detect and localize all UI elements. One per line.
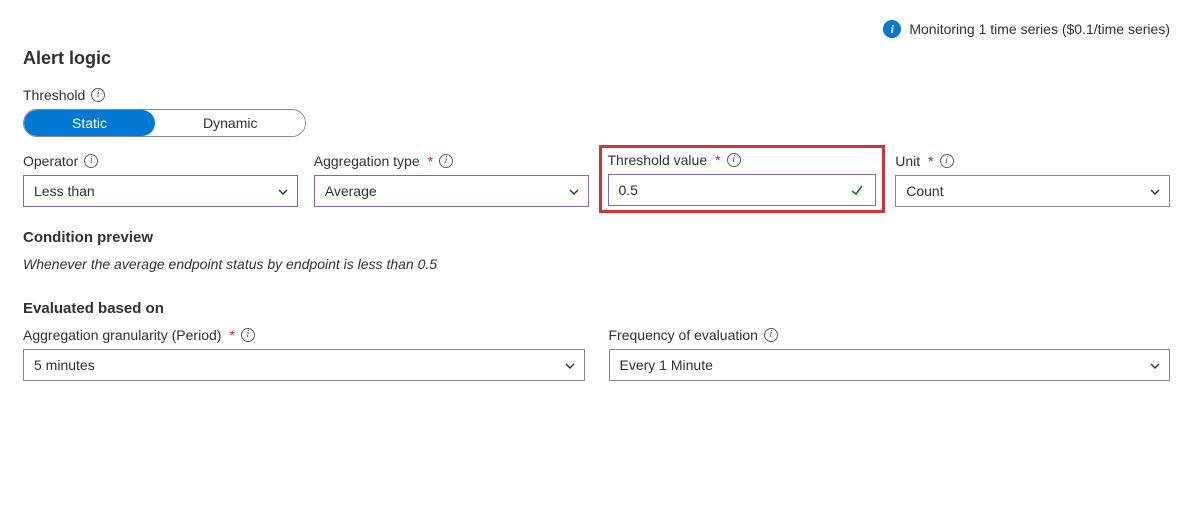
chevron-down-icon [568, 185, 580, 197]
section-title-alert-logic: Alert logic [23, 48, 1170, 69]
info-icon[interactable]: i [940, 154, 954, 168]
operator-label: Operator [23, 153, 78, 169]
threshold-label-row: Threshold i [23, 87, 1170, 103]
threshold-label: Threshold [23, 87, 85, 103]
operator-field: Operator i Less than [23, 153, 298, 207]
threshold-static-button[interactable]: Static [24, 110, 155, 136]
unit-select[interactable]: Count [895, 175, 1170, 207]
aggregation-type-field: Aggregation type * i Average [314, 153, 589, 207]
granularity-label: Aggregation granularity (Period) [23, 327, 221, 343]
chevron-down-icon [277, 185, 289, 197]
threshold-dynamic-button[interactable]: Dynamic [155, 110, 305, 136]
required-asterisk: * [715, 152, 720, 168]
threshold-value-text: 0.5 [619, 182, 638, 198]
unit-label: Unit [895, 153, 920, 169]
info-icon: i [883, 20, 901, 38]
granularity-select[interactable]: 5 minutes [23, 349, 585, 381]
highlight-box: Threshold value * i 0.5 [599, 145, 886, 213]
threshold-value-field-wrap: Threshold value * i 0.5 [605, 151, 880, 207]
threshold-segmented[interactable]: Static Dynamic [23, 109, 306, 137]
info-icon[interactable]: i [727, 153, 741, 167]
condition-preview-text: Whenever the average endpoint status by … [23, 256, 1170, 272]
frequency-select[interactable]: Every 1 Minute [609, 349, 1171, 381]
operator-select[interactable]: Less than [23, 175, 298, 207]
threshold-value-input[interactable]: 0.5 [608, 174, 877, 206]
threshold-value-label: Threshold value [608, 152, 708, 168]
aggregation-type-select[interactable]: Average [314, 175, 589, 207]
info-icon[interactable]: i [439, 154, 453, 168]
check-icon [849, 182, 865, 198]
monitoring-info-text: Monitoring 1 time series ($0.1/time seri… [909, 21, 1170, 37]
info-icon[interactable]: i [764, 328, 778, 342]
info-icon[interactable]: i [91, 88, 105, 102]
unit-field: Unit * i Count [895, 153, 1170, 207]
condition-preview-title: Condition preview [23, 229, 1170, 246]
aggregation-type-value: Average [325, 183, 377, 199]
operator-value: Less than [34, 183, 95, 199]
chevron-down-icon [1149, 185, 1161, 197]
evaluated-title: Evaluated based on [23, 300, 1170, 317]
aggregation-type-label: Aggregation type [314, 153, 420, 169]
chevron-down-icon [1149, 359, 1161, 371]
granularity-field: Aggregation granularity (Period) * i 5 m… [23, 327, 585, 381]
frequency-value: Every 1 Minute [620, 357, 713, 373]
granularity-value: 5 minutes [34, 357, 95, 373]
info-icon[interactable]: i [84, 154, 98, 168]
required-asterisk: * [229, 327, 234, 343]
frequency-label: Frequency of evaluation [609, 327, 758, 343]
required-asterisk: * [428, 153, 433, 169]
chevron-down-icon [564, 359, 576, 371]
info-icon[interactable]: i [241, 328, 255, 342]
required-asterisk: * [928, 153, 933, 169]
monitoring-info-bar: i Monitoring 1 time series ($0.1/time se… [23, 20, 1170, 38]
frequency-field: Frequency of evaluation i Every 1 Minute [609, 327, 1171, 381]
unit-value: Count [906, 183, 943, 199]
